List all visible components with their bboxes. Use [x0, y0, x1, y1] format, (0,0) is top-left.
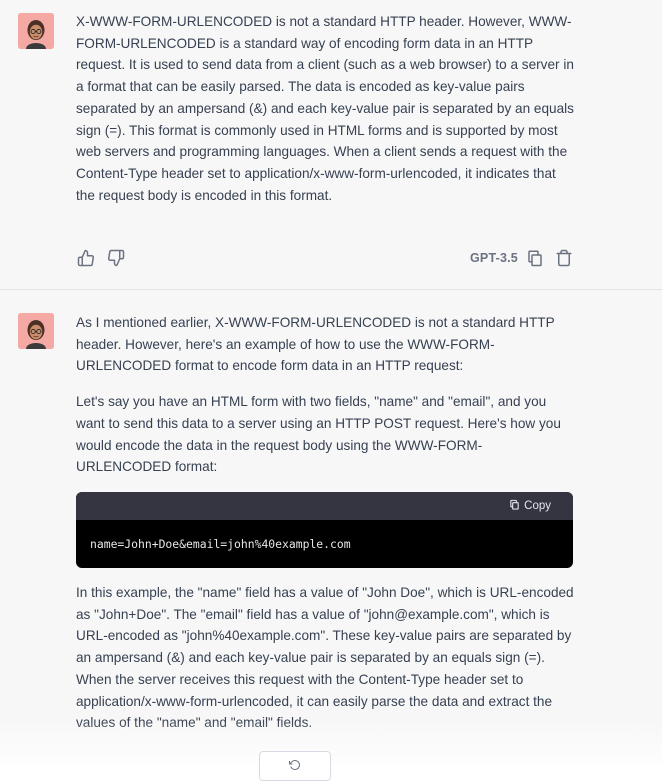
model-label: GPT-3.5: [470, 251, 518, 265]
assistant-message-2: As I mentioned earlier, X-WWW-FORM-URLEN…: [0, 290, 662, 765]
regenerate-button[interactable]: [259, 751, 331, 781]
message-text: As I mentioned earlier, X-WWW-FORM-URLEN…: [76, 312, 576, 492]
message-paragraph: In this example, the "name" field has a …: [76, 585, 574, 731]
copy-code-label: Copy: [524, 500, 551, 512]
trash-icon[interactable]: [555, 249, 573, 267]
clipboard-icon: [509, 499, 520, 513]
memoji-avatar-icon: [18, 313, 54, 349]
assistant-message-1: X-WWW-FORM-URLENCODED is not a standard …: [0, 0, 662, 290]
thumbs-up-icon[interactable]: [77, 249, 95, 267]
thumbs-down-icon[interactable]: [107, 249, 125, 267]
memoji-avatar-icon: [18, 13, 54, 49]
regenerate-icon: [289, 759, 301, 774]
message-paragraph: Let's say you have an HTML form with two…: [76, 394, 561, 475]
message-paragraph: As I mentioned earlier, X-WWW-FORM-URLEN…: [76, 315, 555, 374]
copy-code-button[interactable]: Copy: [509, 499, 551, 513]
copy-icon[interactable]: [526, 249, 544, 267]
message-paragraph: X-WWW-FORM-URLENCODED is not a standard …: [76, 14, 574, 203]
code-content: name=John+Doe&email=john%40example.com: [90, 537, 351, 551]
code-block: Copy name=John+Doe&email=john%40example.…: [76, 492, 573, 568]
message-text: X-WWW-FORM-URLENCODED is not a standard …: [76, 11, 576, 220]
code-block-header: Copy: [76, 492, 573, 520]
avatar: [18, 313, 54, 349]
avatar: [18, 13, 54, 49]
